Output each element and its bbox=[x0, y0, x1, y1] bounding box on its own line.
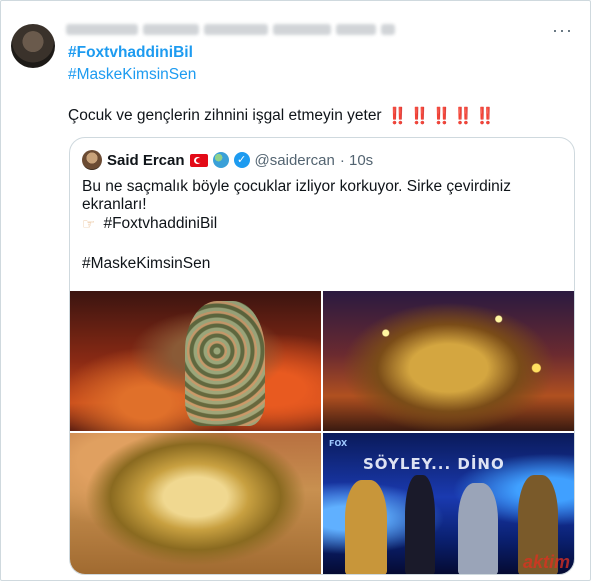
quoted-handle[interactable]: @saidercan bbox=[255, 152, 335, 169]
pointing-hand-icon: ☞ bbox=[82, 216, 96, 233]
media-image[interactable]: FOX SÖYLEY... DİNO aktim bbox=[323, 433, 574, 574]
quoted-hashtag[interactable]: #MaskeKimsinSen bbox=[82, 255, 210, 273]
host-figure bbox=[405, 475, 435, 574]
avatar[interactable] bbox=[11, 24, 55, 68]
quoted-hashtag[interactable]: #FoxtvhaddiniBil bbox=[103, 215, 217, 233]
tweet-text: Çocuk ve gençlerin zihnini işgal etmeyin… bbox=[68, 106, 497, 126]
globe-icon bbox=[212, 152, 229, 168]
performer-figure bbox=[458, 483, 498, 574]
quoted-tweet[interactable]: Said Ercan ✓ @saidercan · 10s Bu ne saçm… bbox=[69, 137, 575, 575]
performer-figure bbox=[345, 480, 387, 574]
quoted-time[interactable]: · 10s bbox=[340, 152, 373, 169]
hashtag-link[interactable]: #FoxtvhaddiniBil bbox=[68, 44, 193, 62]
verified-icon: ✓ bbox=[233, 152, 250, 168]
turkey-flag-icon bbox=[189, 153, 208, 167]
media-image[interactable] bbox=[323, 291, 574, 431]
media-image[interactable] bbox=[70, 291, 321, 431]
quoted-author-name[interactable]: Said Ercan bbox=[107, 152, 185, 169]
quoted-hashtag-row: ☞ #FoxtvhaddiniBil bbox=[82, 215, 217, 233]
media-grid: FOX SÖYLEY... DİNO aktim bbox=[70, 291, 574, 574]
watermark: aktim bbox=[522, 552, 570, 572]
more-icon[interactable]: ··· bbox=[552, 20, 573, 41]
channel-logo: FOX bbox=[329, 439, 348, 448]
quoted-text: Bu ne saçmalık böyle çocuklar izliyor ko… bbox=[82, 178, 511, 213]
hashtag-link[interactable]: #MaskeKimsinSen bbox=[68, 66, 196, 84]
media-image[interactable] bbox=[70, 433, 321, 574]
stage-banner-text: SÖYLEY... DİNO bbox=[363, 455, 505, 473]
tweet-body: Çocuk ve gençlerin zihnini işgal etmeyin… bbox=[68, 107, 382, 124]
double-exclamation-icon: ‼️‼️‼️‼️‼️ bbox=[387, 108, 498, 125]
author-name-blurred bbox=[66, 22, 395, 36]
quoted-avatar[interactable] bbox=[82, 150, 102, 170]
quoted-tweet-header: Said Ercan ✓ @saidercan · 10s bbox=[82, 150, 373, 170]
